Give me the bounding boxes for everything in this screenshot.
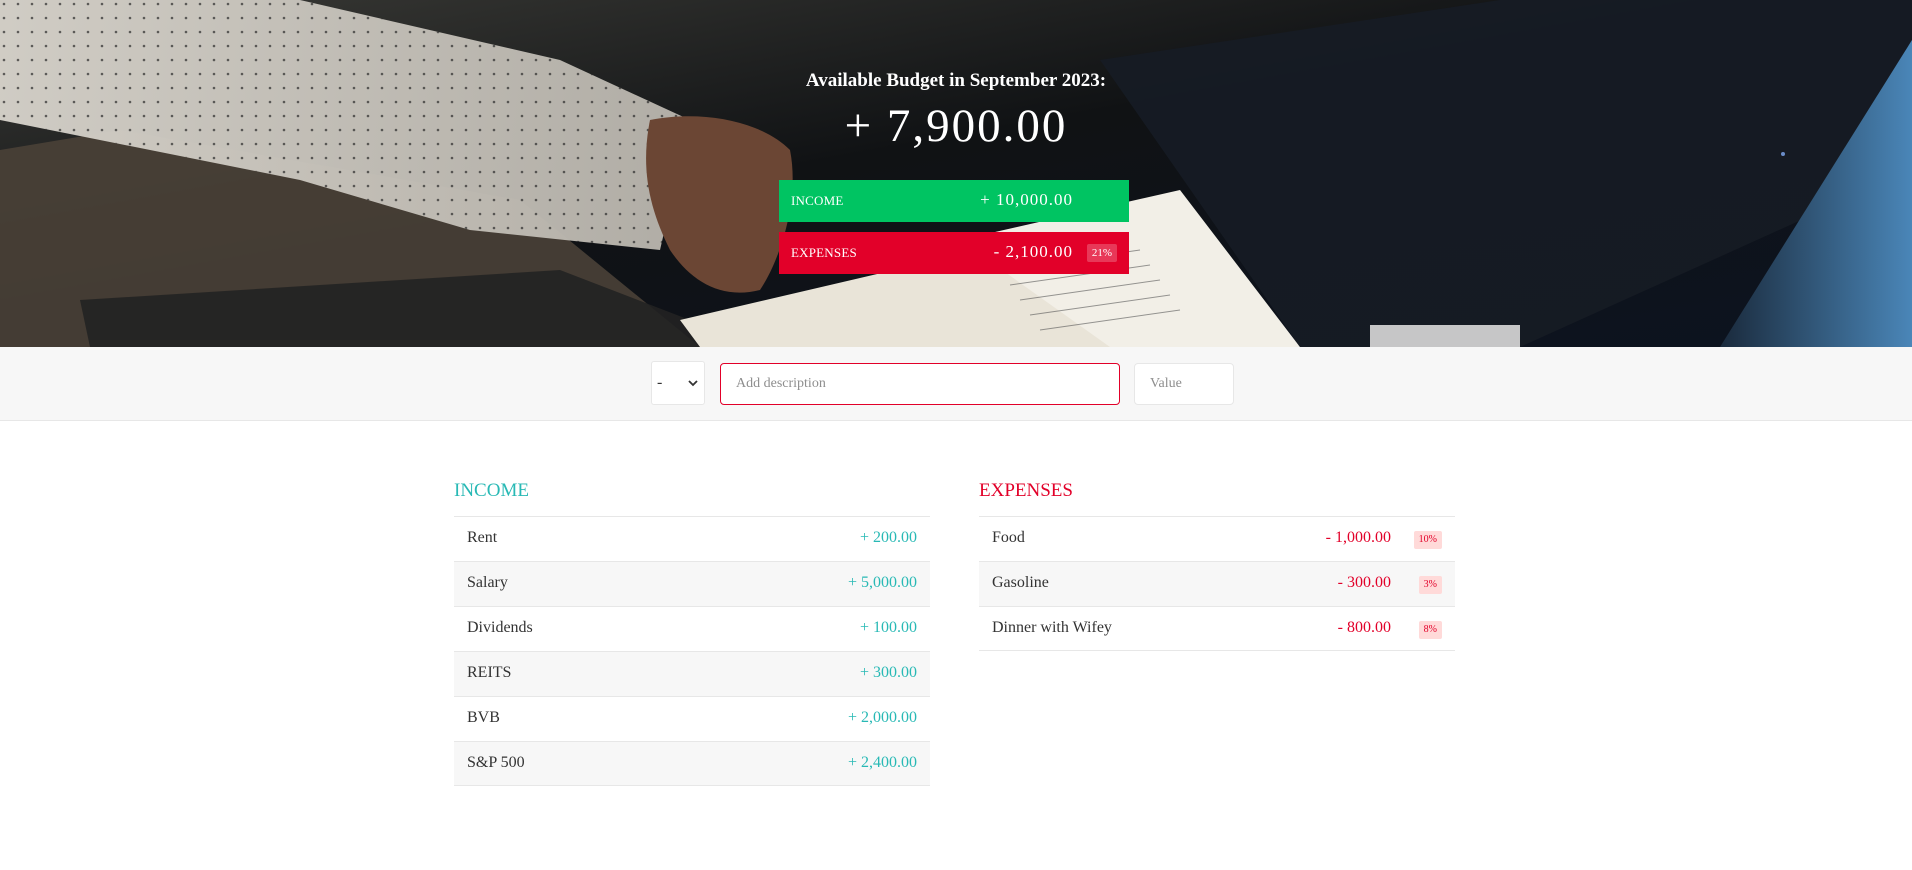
expenses-summary-label: EXPENSES — [791, 245, 857, 260]
item-description: S&P 500 — [467, 754, 525, 771]
item-description: REITS — [467, 664, 512, 681]
budget-header: Available Budget in September 2023: + 7,… — [0, 0, 1912, 347]
expenses-summary: EXPENSES - 2,100.00 21% — [779, 232, 1129, 274]
expense-item[interactable]: Food - 1,000.00 10% — [979, 516, 1455, 561]
item-description: BVB — [467, 709, 500, 726]
expenses-list: EXPENSES Food - 1,000.00 10% Gasoline - … — [979, 478, 1455, 651]
item-description: Salary — [467, 574, 508, 591]
item-value: + 2,400.00 — [847, 754, 917, 771]
income-item[interactable]: REITS + 300.00 — [454, 651, 930, 696]
income-item[interactable]: S&P 500 + 2,400.00 — [454, 741, 930, 786]
item-description: Dinner with Wifey — [992, 619, 1112, 636]
income-item[interactable]: Rent + 200.00 — [454, 516, 930, 561]
available-budget-value: + 7,900.00 — [844, 100, 1068, 152]
item-value: - 300.00 — [1337, 574, 1391, 591]
item-value: + 100.00 — [859, 619, 917, 636]
income-item[interactable]: BVB + 2,000.00 — [454, 696, 930, 741]
budget-title: Available Budget in September 2023: — [805, 70, 1107, 91]
expenses-list-title: EXPENSES — [979, 480, 1073, 501]
expenses-summary-percentage: 21% — [1086, 244, 1117, 262]
item-description: Food — [992, 529, 1025, 546]
value-input[interactable] — [1134, 363, 1234, 405]
item-description: Dividends — [467, 619, 533, 636]
item-percentage-badge: 10% — [1413, 531, 1442, 549]
item-value: + 300.00 — [859, 664, 917, 681]
item-value: - 800.00 — [1337, 619, 1391, 636]
chevron-down-icon — [688, 380, 698, 387]
add-item-bar: - — [0, 347, 1912, 421]
item-percentage-badge: 3% — [1418, 576, 1442, 594]
item-description: Rent — [467, 529, 498, 546]
type-select-value: - — [657, 374, 663, 391]
background-photo — [0, 0, 1912, 347]
type-select[interactable]: - — [651, 361, 705, 405]
item-value: + 200.00 — [859, 529, 917, 546]
expenses-summary-value: - 2,100.00 — [993, 242, 1073, 261]
income-summary-value: + 10,000.00 — [980, 190, 1073, 209]
income-list-title: INCOME — [454, 480, 529, 501]
item-description: Gasoline — [992, 574, 1049, 591]
description-input[interactable] — [720, 363, 1120, 405]
expense-item[interactable]: Gasoline - 300.00 3% — [979, 561, 1455, 606]
income-list: INCOME Rent + 200.00 Salary + 5,000.00 D… — [454, 478, 930, 786]
item-value: - 1,000.00 — [1325, 529, 1391, 546]
income-item[interactable]: Salary + 5,000.00 — [454, 561, 930, 606]
item-value: + 5,000.00 — [847, 574, 917, 591]
income-summary: INCOME + 10,000.00 — [779, 180, 1129, 222]
expense-item[interactable]: Dinner with Wifey - 800.00 8% — [979, 606, 1455, 651]
item-percentage-badge: 8% — [1418, 621, 1442, 639]
item-value: + 2,000.00 — [847, 709, 917, 726]
income-item[interactable]: Dividends + 100.00 — [454, 606, 930, 651]
income-summary-label: INCOME — [791, 193, 844, 208]
